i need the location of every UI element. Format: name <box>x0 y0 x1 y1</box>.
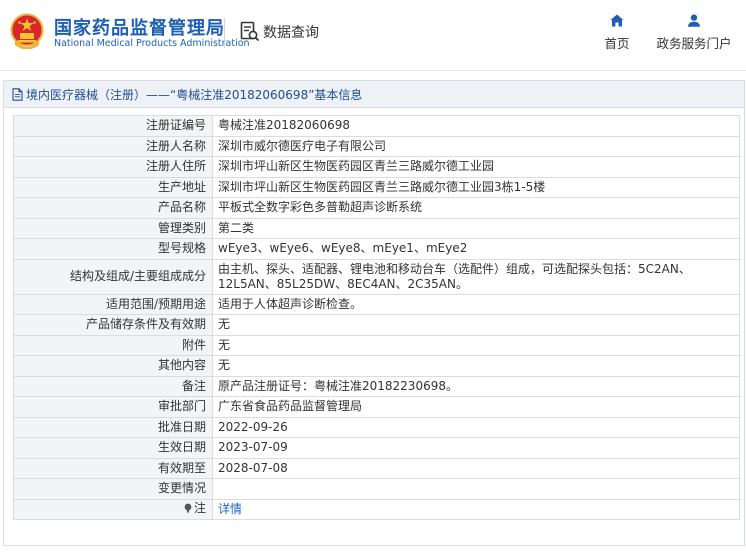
field-label: 注册人住所 <box>13 156 213 178</box>
table-row: 结构及组成/主要组成成分 由主机、探头、适配器、锂电池和移动台车（选配件）组成，可… <box>13 258 740 295</box>
user-icon <box>687 14 701 27</box>
table-row: 型号规格 wEye3、wEye6、wEye8、mEye1、mEye2 <box>13 238 740 260</box>
field-value: 无 <box>212 355 740 377</box>
table-row: 注 详情 <box>13 498 740 520</box>
note-label: 注 <box>193 500 206 515</box>
field-value: 原产品注册证号：粤械注准20182230698。 <box>212 375 740 397</box>
field-label: 生产地址 <box>13 176 213 198</box>
field-value-note: 详情 <box>212 498 740 520</box>
field-label: 适用范围/预期用途 <box>13 293 213 315</box>
table-row: 注册人住所 深圳市坪山新区生物医药园区青兰三路威尔德工业园 <box>13 156 740 178</box>
header-separator <box>0 70 746 71</box>
field-value: 由主机、探头、适配器、锂电池和移动台车（选配件）组成，可选配探头包括：5C2AN… <box>212 258 740 295</box>
field-value: 深圳市坪山新区生物医药园区青兰三路威尔德工业园 <box>212 156 740 178</box>
field-label: 管理类别 <box>13 217 213 239</box>
field-value: 平板式全数字彩色多普勒超声诊断系统 <box>212 197 740 219</box>
table-row: 有效期至 2028-07-08 <box>13 457 740 479</box>
field-label: 变更情况 <box>13 478 213 500</box>
field-value: 2023-07-09 <box>212 437 740 459</box>
field-value: 无 <box>212 314 740 336</box>
field-value: 无 <box>212 334 740 356</box>
field-label: 注册人名称 <box>13 135 213 157</box>
table-row: 批准日期 2022-09-26 <box>13 416 740 438</box>
table-row: 生产地址 深圳市坪山新区生物医药园区青兰三路威尔德工业园3栋1-5楼 <box>13 176 740 198</box>
national-emblem-logo <box>10 13 44 49</box>
field-label: 有效期至 <box>13 457 213 479</box>
field-label: 产品储存条件及有效期 <box>13 314 213 336</box>
field-value: 深圳市威尔德医疗电子有限公司 <box>212 135 740 157</box>
field-label: 其他内容 <box>13 355 213 377</box>
pin-icon <box>184 503 192 514</box>
document-icon <box>12 87 23 101</box>
table-row: 附件无 <box>13 334 740 356</box>
table-row: 产品储存条件及有效期无 <box>13 314 740 336</box>
field-label: 产品名称 <box>13 197 213 219</box>
field-label: 审批部门 <box>13 396 213 418</box>
field-label: 型号规格 <box>13 238 213 260</box>
panel-title: 境内医疗器械（注册）——“粤械注准20182060698”基本信息 <box>26 87 363 102</box>
table-row: 注册证编号 粤械注准20182060698 <box>13 115 740 137</box>
field-value: 广东省食品药品监督管理局 <box>212 396 740 418</box>
table-row: 适用范围/预期用途 适用于人体超声诊断检查。 <box>13 293 740 315</box>
detail-panel: 境内医疗器械（注册）——“粤械注准20182060698”基本信息 注册证编号粤… <box>3 80 745 546</box>
table-row: 生效日期 2023-07-09 <box>13 437 740 459</box>
table-row: 其他内容无 <box>13 355 740 377</box>
table-row: 变更情况 <box>13 478 740 500</box>
site-header: 国家药品监督管理局 National Medical Products Admi… <box>0 0 746 66</box>
data-query-label: 数据查询 <box>263 25 319 41</box>
field-value: 第二类 <box>212 217 740 239</box>
brand-name-cn: 国家药品监督管理局 <box>54 18 225 39</box>
nav-service-portal[interactable]: 政务服务门户 <box>654 14 734 52</box>
brand-name-en: National Medical Products Administration <box>54 38 250 49</box>
field-value: 深圳市坪山新区生物医药园区青兰三路威尔德工业园3栋1-5楼 <box>212 176 740 198</box>
field-label: 备注 <box>13 375 213 397</box>
info-table: 注册证编号 粤械注准20182060698 注册人名称 深圳市威尔德医疗电子有限公司… <box>13 115 740 520</box>
field-label: 附件 <box>13 334 213 356</box>
table-row: 审批部门 广东省食品药品监督管理局 <box>13 396 740 418</box>
search-document-icon <box>240 21 260 42</box>
field-label: 注册证编号 <box>13 115 213 137</box>
table-row: 备注 原产品注册证号：粤械注准20182230698。 <box>13 375 740 397</box>
field-value: 2022-09-26 <box>212 416 740 438</box>
details-link[interactable]: 详情 <box>218 502 242 516</box>
header-divider <box>224 18 225 48</box>
data-query-link[interactable]: 数据查询 <box>240 20 319 44</box>
table-row: 产品名称 平板式全数字彩色多普勒超声诊断系统 <box>13 197 740 219</box>
table-row: 管理类别 第二类 <box>13 217 740 239</box>
nav-home-label: 首页 <box>604 36 630 51</box>
field-value <box>212 478 740 500</box>
home-icon <box>610 14 624 27</box>
field-label: 生效日期 <box>13 437 213 459</box>
field-value: 2028-07-08 <box>212 457 740 479</box>
field-value: 适用于人体超声诊断检查。 <box>212 293 740 315</box>
field-label: 结构及组成/主要组成成分 <box>13 258 213 295</box>
field-label-note: 注 <box>13 498 213 520</box>
field-value: wEye3、wEye6、wEye8、mEye1、mEye2 <box>212 238 740 260</box>
table-row: 注册人名称 深圳市威尔德医疗电子有限公司 <box>13 135 740 157</box>
panel-header: 境内医疗器械（注册）——“粤械注准20182060698”基本信息 <box>4 81 744 108</box>
nav-service-portal-label: 政务服务门户 <box>656 36 732 51</box>
nav-home[interactable]: 首页 <box>600 14 634 52</box>
field-label: 批准日期 <box>13 416 213 438</box>
field-value: 粤械注准20182060698 <box>212 115 740 137</box>
